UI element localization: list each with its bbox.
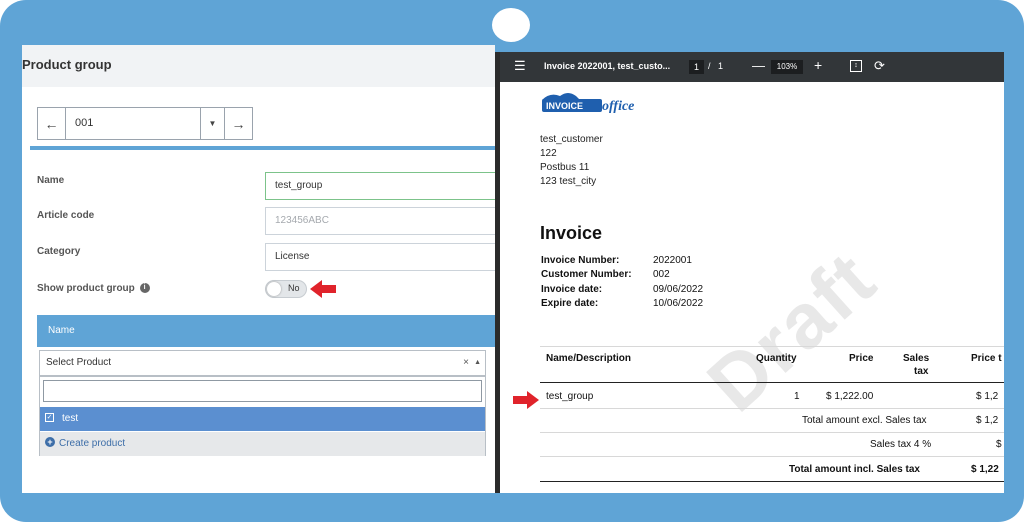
row-price: $ 1,222.00: [826, 391, 874, 402]
record-select-value[interactable]: 001: [66, 108, 200, 139]
logo-text-2: office: [602, 99, 634, 114]
toggle-label: No: [288, 283, 300, 293]
plus-circle-icon: +: [45, 437, 55, 448]
meta-label: Customer Number:: [541, 269, 632, 280]
page-number-input[interactable]: 1: [689, 60, 704, 74]
meta-label: Invoice Number:: [541, 255, 620, 266]
row-name: test_group: [546, 391, 594, 402]
meta-value: 002: [653, 269, 670, 280]
product-select-placeholder: Select Product: [46, 357, 112, 368]
total-excl-value: $ 1,2: [976, 415, 999, 426]
name-label: Name: [37, 175, 65, 186]
table-rule: [540, 346, 1004, 347]
zoom-level-input[interactable]: 103%: [771, 60, 803, 74]
red-arrow-icon: [310, 280, 336, 298]
page-separator: /: [708, 61, 711, 71]
category-select[interactable]: License: [265, 243, 495, 271]
show-group-toggle[interactable]: No: [265, 280, 307, 298]
page-total: 1: [718, 61, 724, 71]
table-rule: [540, 408, 1004, 409]
total-incl-value: $ 1,22: [971, 464, 999, 475]
invoiceoffice-logo: INVOICE office: [542, 93, 634, 114]
invoice-heading: Invoice: [540, 223, 603, 243]
pdf-toolbar: ☰ Invoice 2022001, test_custo... 1 / 1 —…: [500, 52, 1004, 82]
article-code-input: 123456ABC: [265, 207, 495, 235]
zoom-in-icon[interactable]: +: [814, 57, 822, 73]
info-icon[interactable]: i: [139, 283, 150, 294]
arrow-right-icon[interactable]: →: [224, 108, 252, 139]
document-title: Invoice 2022001, test_custo...: [544, 61, 671, 71]
record-navigator: ← 001 ▼ →: [37, 107, 253, 140]
meta-value: 2022001: [653, 255, 692, 266]
screenshot-frame: Product group ← 001 ▼ → Name test_group …: [0, 0, 1024, 522]
arrow-left-icon[interactable]: ←: [38, 108, 66, 139]
row-total: $ 1,2: [976, 391, 999, 402]
address-line: Postbus 11: [540, 162, 590, 173]
show-group-label: Show product group i: [37, 283, 150, 294]
table-header-name: Name: [37, 315, 495, 347]
meta-value: 09/06/2022: [653, 284, 704, 295]
caret-down-icon[interactable]: ▼: [200, 108, 224, 139]
panel-header: Product group: [22, 45, 495, 87]
col-header-price-total: Price t: [971, 353, 1002, 364]
table-rule: [540, 456, 1004, 457]
show-group-label-text: Show product group: [37, 283, 135, 294]
col-header-name: Name/Description: [546, 353, 632, 364]
checkbox-checked-icon: ✓: [45, 412, 54, 422]
col-header-sales: Sales: [903, 353, 930, 364]
page-title: Product group: [22, 57, 112, 72]
menu-icon[interactable]: ☰: [514, 59, 526, 72]
logo-text-1: INVOICE: [546, 101, 583, 111]
product-dropdown: ✓ test + Create product: [39, 376, 486, 456]
address-line: 123 test_city: [540, 176, 597, 187]
total-incl-label: Total amount incl. Sales tax: [789, 464, 920, 475]
category-label: Category: [37, 246, 81, 257]
table-rule: [540, 382, 1004, 383]
clear-icon[interactable]: ×: [463, 351, 469, 375]
toggle-knob: [267, 282, 281, 296]
pdf-viewer: ☰ Invoice 2022001, test_custo... 1 / 1 —…: [500, 52, 1004, 493]
address-line: test_customer: [540, 134, 603, 145]
total-excl-label: Total amount excl. Sales tax: [802, 415, 927, 426]
red-arrow-icon: [513, 391, 539, 409]
rotate-icon[interactable]: ⟳: [874, 58, 885, 74]
table-rule: [540, 481, 1004, 482]
address-line: 122: [540, 148, 557, 159]
meta-label: Expire date:: [541, 298, 599, 309]
table-rule: [540, 432, 1004, 433]
option-label: test: [62, 413, 79, 424]
create-product-label: Create product: [59, 438, 126, 449]
product-group-panel: Product group ← 001 ▼ → Name test_group …: [22, 45, 495, 493]
section-divider: [30, 146, 495, 150]
frame-hole: [492, 8, 530, 42]
product-select[interactable]: Select Product × ▲: [39, 350, 486, 376]
article-code-label: Article code: [37, 210, 95, 221]
col-header-price: Price: [849, 353, 874, 364]
create-product-button[interactable]: + Create product: [40, 432, 485, 456]
dropdown-search-input[interactable]: [43, 380, 482, 402]
meta-label: Invoice date:: [541, 284, 603, 295]
row-quantity: 1: [794, 391, 800, 402]
caret-up-icon[interactable]: ▲: [474, 351, 481, 375]
col-header-tax: tax: [914, 366, 929, 377]
name-input[interactable]: test_group: [265, 172, 495, 200]
fit-page-icon[interactable]: ↕: [850, 60, 862, 72]
sales-tax-value: $: [996, 439, 1002, 450]
zoom-out-icon[interactable]: —: [752, 58, 765, 73]
meta-value: 10/06/2022: [653, 298, 704, 309]
col-header-quantity: Quantity: [756, 353, 797, 364]
sales-tax-label: Sales tax 4 %: [870, 439, 932, 450]
dropdown-option[interactable]: ✓ test: [40, 407, 485, 431]
